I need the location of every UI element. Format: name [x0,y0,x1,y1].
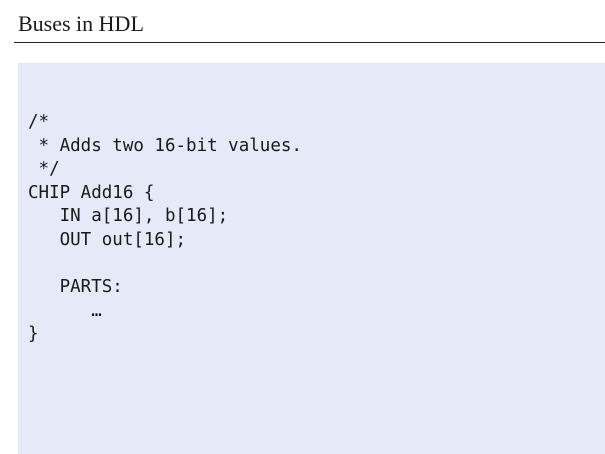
code-line: } [28,324,39,345]
code-panel: /* * Adds two 16-bit values. */ CHIP Add… [18,63,605,454]
slide-title: Buses in HDL [18,11,144,36]
code-line: */ [28,159,60,180]
code-listing: /* * Adds two 16-bit values. */ CHIP Add… [28,111,302,347]
code-line: /* [28,112,50,132]
title-divider [14,42,605,43]
code-line: CHIP Add16 { [28,182,155,203]
code-line: OUT out[16]; [28,229,187,250]
slide: Buses in HDL /* * Adds two 16-bit values… [0,0,605,454]
code-line: PARTS: [28,277,123,298]
code-line: … [28,300,102,321]
code-line: IN a[16], b[16]; [28,206,229,227]
code-line: * Adds two 16-bit values. [28,135,302,156]
